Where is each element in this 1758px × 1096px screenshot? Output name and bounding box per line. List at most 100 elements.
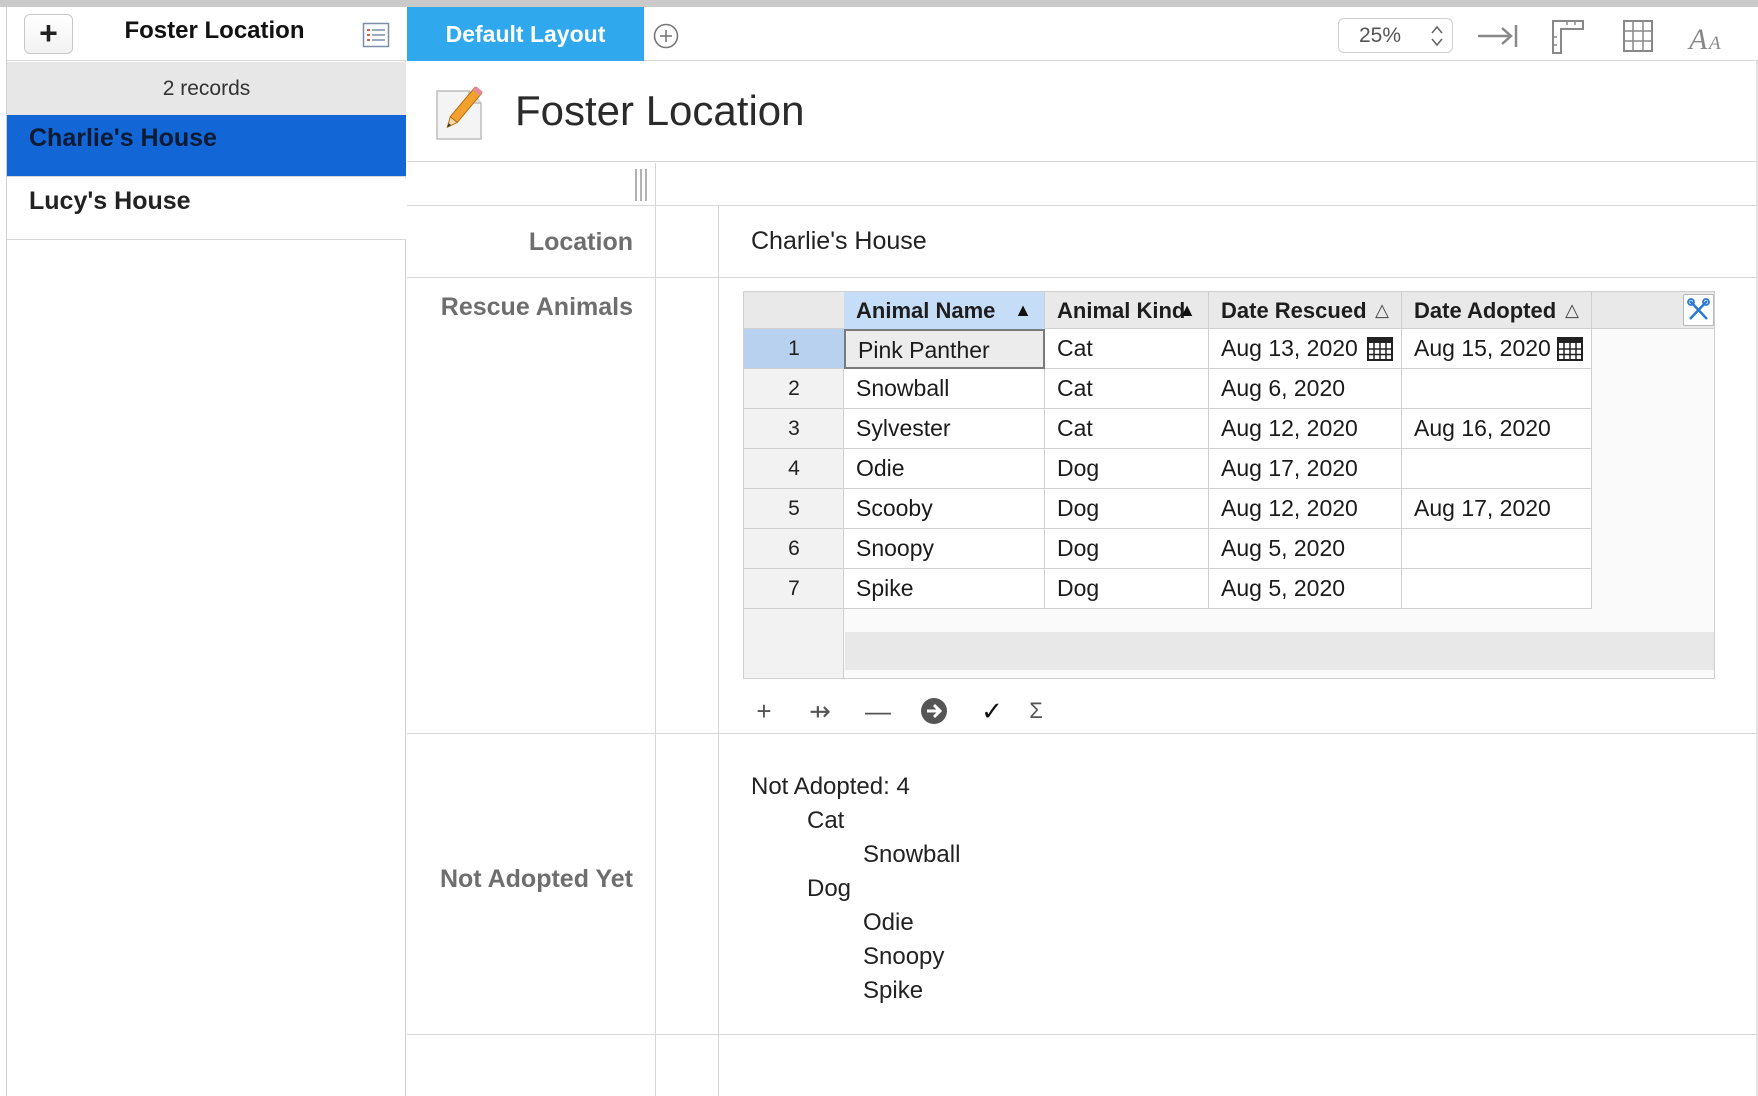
location-value[interactable]: Charlie's House	[751, 227, 927, 256]
insert-row-icon[interactable]: ⇸	[803, 694, 837, 728]
column-header-date-adopted[interactable]: Date Adopted △	[1402, 292, 1592, 329]
column-splitter-row	[407, 163, 1758, 206]
tab-to-end-icon[interactable]	[1475, 17, 1519, 55]
table-settings-button[interactable]	[1683, 294, 1714, 326]
row-number: 4	[744, 449, 844, 489]
go-to-record-icon[interactable]	[917, 694, 951, 728]
cell-date-rescued[interactable]: Aug 12, 2020	[1209, 489, 1402, 529]
cell-animal-kind[interactable]: Cat	[1045, 409, 1209, 449]
form-pencil-icon	[436, 86, 483, 140]
location-field-row: Location Charlie's House	[407, 206, 1758, 278]
summary-animal: Spike	[863, 977, 924, 1004]
summary-animal: Snoopy	[863, 943, 945, 970]
cell-animal-kind[interactable]: Cat	[1045, 329, 1209, 369]
not-adopted-label: Not Adopted Yet	[439, 865, 633, 893]
table-row[interactable]: 1 Pink Panther Cat Aug 13, 2020 Aug 15, …	[744, 329, 1684, 369]
cell-date-rescued[interactable]: Aug 13, 2020	[1209, 329, 1402, 369]
row-number: 1	[744, 329, 844, 369]
cell-animal-name[interactable]: Pink Panther	[844, 329, 1045, 369]
table-row[interactable]: 2 Snowball Cat Aug 6, 2020	[744, 369, 1684, 409]
ruler-icon[interactable]	[1545, 17, 1589, 55]
cell-date-rescued[interactable]: Aug 6, 2020	[1209, 369, 1402, 409]
cell-date-adopted[interactable]	[1402, 449, 1592, 489]
row-number: 5	[744, 489, 844, 529]
rescue-animals-field-row: Rescue Animals Animal Name ▲ Animal Kind…	[407, 279, 1758, 734]
grid-icon[interactable]	[1615, 17, 1659, 55]
cell-animal-kind[interactable]: Dog	[1045, 449, 1209, 489]
svg-text:A: A	[1707, 33, 1721, 54]
zoom-value: 25%	[1359, 24, 1402, 47]
record-item-lucys-house[interactable]: Lucy's House	[7, 178, 406, 240]
table-row[interactable]: 4 Odie Dog Aug 17, 2020	[744, 449, 1684, 489]
table-row[interactable]: 7 Spike Dog Aug 5, 2020	[744, 569, 1684, 609]
cell-date-rescued[interactable]: Aug 5, 2020	[1209, 529, 1402, 569]
cell-animal-name[interactable]: Sylvester	[844, 409, 1045, 449]
table-header: Animal Name ▲ Animal Kind ▲ Date Rescued…	[744, 292, 1714, 329]
sort-unsorted-icon: △	[1565, 300, 1579, 320]
cell-date-adopted[interactable]: Aug 16, 2020	[1402, 409, 1592, 449]
rescue-animals-table[interactable]: Animal Name ▲ Animal Kind ▲ Date Rescued…	[743, 291, 1715, 679]
row-number: 3	[744, 409, 844, 449]
calendar-icon[interactable]	[1367, 337, 1393, 361]
cell-animal-kind[interactable]: Dog	[1045, 489, 1209, 529]
cell-date-adopted-value: Aug 15, 2020	[1414, 335, 1551, 361]
table-title: Foster Location	[124, 17, 305, 44]
cell-animal-kind[interactable]: Cat	[1045, 369, 1209, 409]
cell-animal-kind[interactable]: Dog	[1045, 529, 1209, 569]
cell-animal-name[interactable]: Spike	[844, 569, 1045, 609]
record-item-charlies-house[interactable]: Charlie's House	[7, 115, 406, 177]
column-header-label: Animal Name	[856, 298, 996, 323]
column-header-animal-name[interactable]: Animal Name ▲	[844, 292, 1045, 329]
cell-date-adopted[interactable]	[1402, 529, 1592, 569]
column-header-date-rescued[interactable]: Date Rescued △	[1209, 292, 1402, 329]
column-header-animal-kind[interactable]: Animal Kind ▲	[1045, 292, 1209, 329]
list-view-icon[interactable]	[362, 21, 390, 49]
cell-animal-kind[interactable]: Dog	[1045, 569, 1209, 609]
cell-animal-name[interactable]: Snoopy	[844, 529, 1045, 569]
cell-animal-name[interactable]: Scooby	[844, 489, 1045, 529]
arrow-circle-icon	[921, 698, 947, 724]
add-record-button[interactable]: +	[24, 14, 73, 54]
check-icon[interactable]: ✓	[975, 694, 1009, 728]
cell-animal-name[interactable]: Odie	[844, 449, 1045, 489]
cell-date-adopted[interactable]: Aug 17, 2020	[1402, 489, 1592, 529]
cell-date-adopted[interactable]	[1402, 369, 1592, 409]
remove-row-icon[interactable]: —	[861, 694, 895, 728]
records-count: 2 records	[7, 62, 406, 115]
form-title: Foster Location	[515, 87, 805, 134]
row-number: 2	[744, 369, 844, 409]
add-row-icon[interactable]: +	[747, 694, 781, 728]
cell-date-rescued[interactable]: Aug 17, 2020	[1209, 449, 1402, 489]
cell-date-adopted[interactable]: Aug 15, 2020	[1402, 329, 1592, 369]
cell-date-rescued[interactable]: Aug 12, 2020	[1209, 409, 1402, 449]
table-row[interactable]: 5 Scooby Dog Aug 12, 2020 Aug 17, 2020	[744, 489, 1684, 529]
calendar-icon[interactable]	[1557, 337, 1583, 361]
column-header-label: Date Adopted	[1414, 298, 1557, 323]
stepper-icon[interactable]	[1430, 24, 1444, 48]
sort-ascending-icon: ▲	[1178, 300, 1196, 320]
form-header: Foster Location	[407, 61, 1758, 162]
sum-icon[interactable]: Σ	[1019, 694, 1053, 728]
not-adopted-field-row: Not Adopted Yet Not Adopted: 4 Cat Snowb…	[407, 735, 1758, 1035]
summary-animal: Odie	[863, 909, 914, 936]
cell-date-adopted[interactable]	[1402, 569, 1592, 609]
zoom-select[interactable]: 25%	[1338, 18, 1453, 53]
table-summary-row	[845, 632, 1714, 670]
summary-animal: Snowball	[863, 841, 961, 868]
cell-date-rescued-value: Aug 13, 2020	[1221, 335, 1358, 361]
table-row[interactable]: 6 Snoopy Dog Aug 5, 2020	[744, 529, 1684, 569]
table-row[interactable]: 3 Sylvester Cat Aug 12, 2020 Aug 16, 202…	[744, 409, 1684, 449]
rescue-animals-label: Rescue Animals	[440, 293, 633, 321]
not-adopted-summary: Not Adopted: 4 Cat Snowball Dog Odie Sno…	[751, 770, 960, 1008]
summary-group-kind: Cat	[807, 807, 845, 834]
cell-animal-name[interactable]: Snowball	[844, 369, 1045, 409]
tab-default-layout[interactable]: Default Layout	[407, 7, 644, 61]
sort-unsorted-icon: △	[1375, 300, 1389, 320]
splitter-grip-icon[interactable]	[633, 167, 649, 203]
cell-date-rescued[interactable]: Aug 5, 2020	[1209, 569, 1402, 609]
column-header-label: Animal Kind	[1057, 298, 1186, 323]
add-layout-icon[interactable]	[652, 22, 680, 50]
summary-group-kind: Dog	[807, 875, 852, 902]
window-top-border	[0, 0, 1758, 7]
font-icon[interactable]: A A	[1685, 17, 1729, 55]
